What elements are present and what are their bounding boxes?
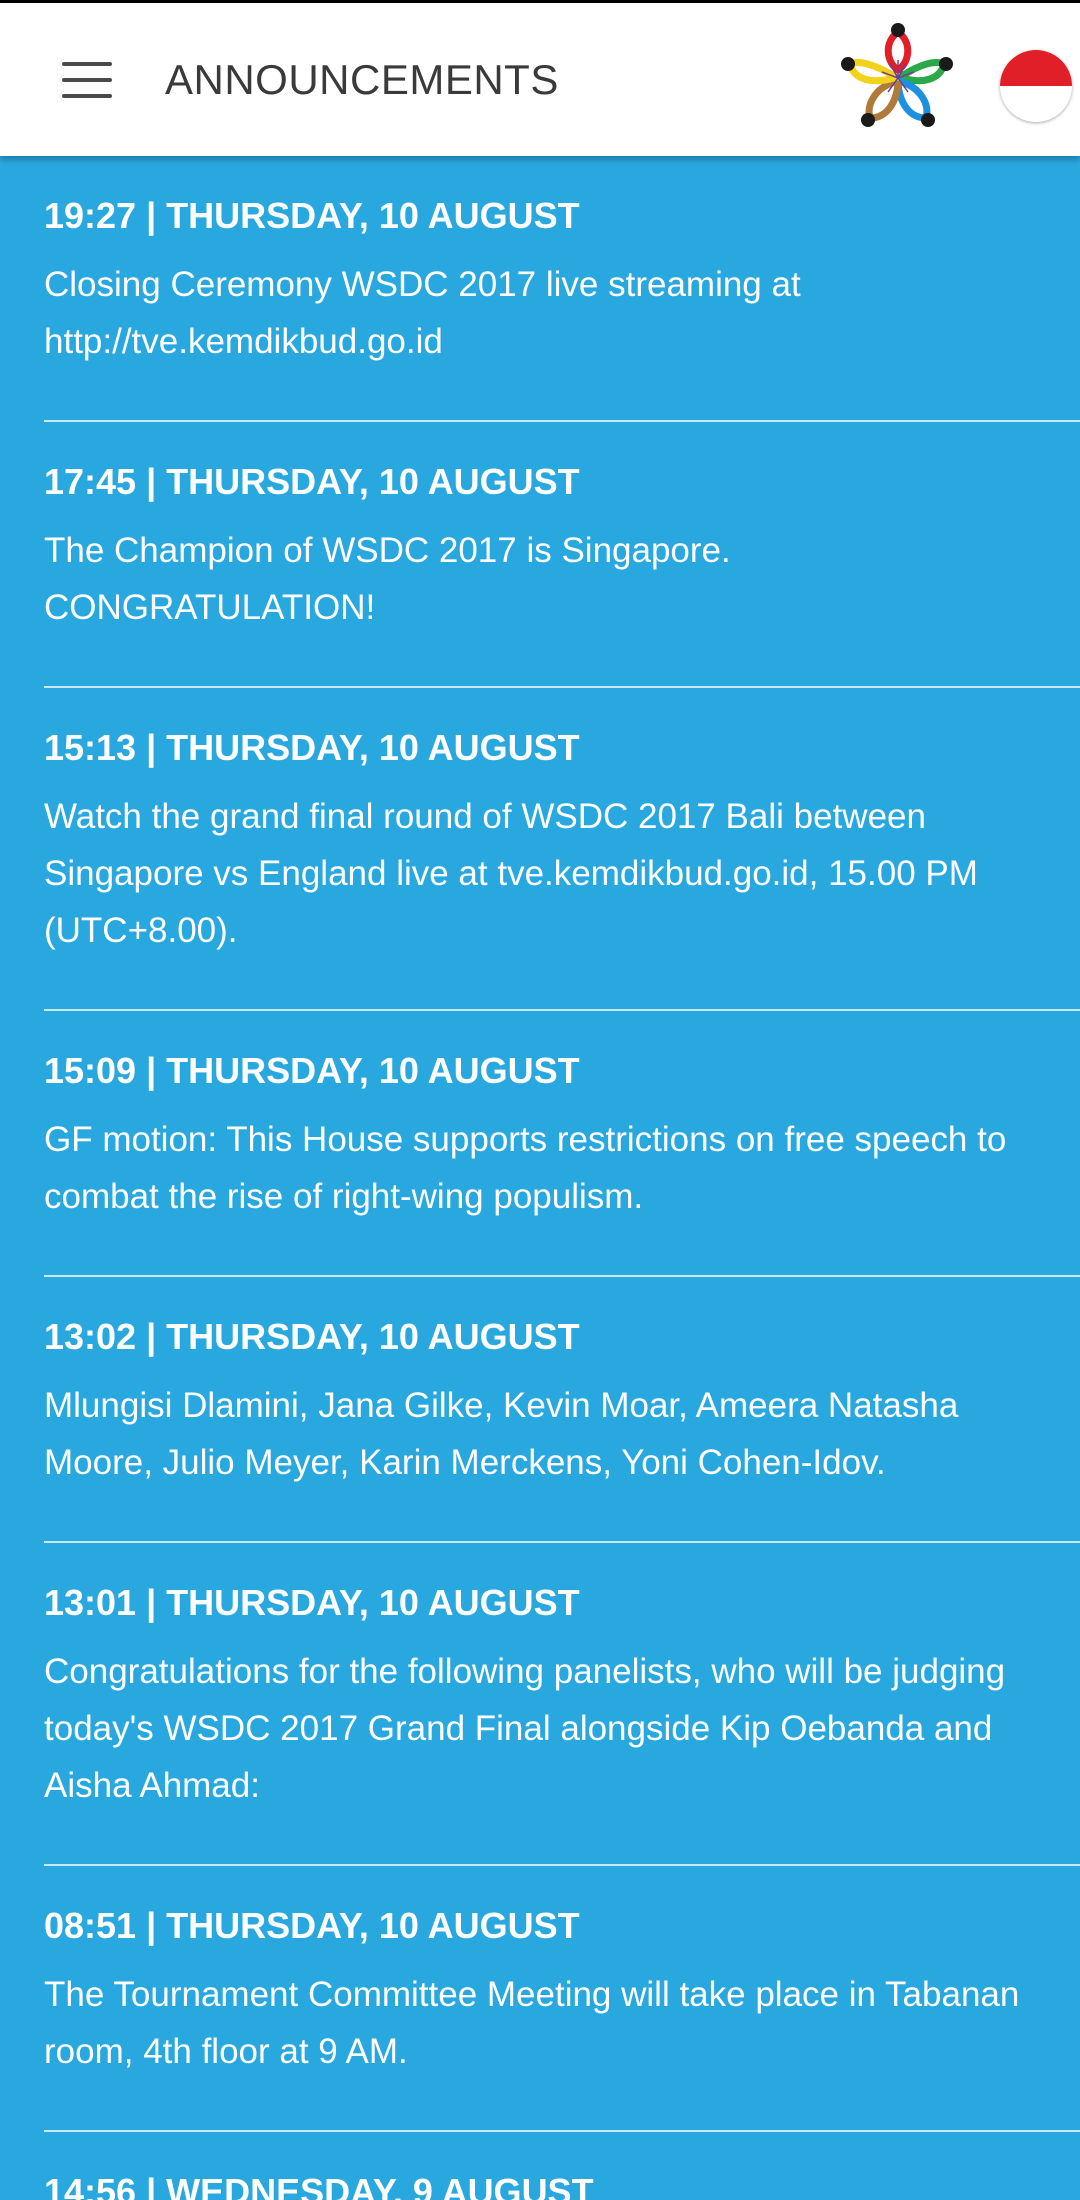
list-item[interactable]: 17:45 | THURSDAY, 10 AUGUST The Champion… (44, 422, 1080, 688)
announcement-text: GF motion: This House supports restricti… (44, 1120, 1007, 1216)
list-item[interactable]: 14:56 | WEDNESDAY, 9 AUGUST (44, 2132, 1080, 2200)
list-item[interactable]: 13:01 | THURSDAY, 10 AUGUST Congratulati… (44, 1543, 1080, 1866)
announcement-timestamp: 15:13 | THURSDAY, 10 AUGUST (44, 727, 580, 768)
list-item[interactable]: 08:51 | THURSDAY, 10 AUGUST The Tourname… (44, 1866, 1080, 2132)
announcement-text: The Champion of WSDC 2017 is Singapore. … (44, 531, 731, 627)
hamburger-menu-icon[interactable] (46, 52, 130, 108)
announcement-timestamp: 14:56 | WEDNESDAY, 9 AUGUST (44, 2171, 594, 2200)
announcement-text: Congratulations for the following paneli… (44, 1652, 1006, 1805)
announcement-timestamp: 13:01 | THURSDAY, 10 AUGUST (44, 1582, 580, 1623)
list-item[interactable]: 19:27 | THURSDAY, 10 AUGUST Closing Cere… (44, 156, 1080, 422)
list-item[interactable]: 15:13 | THURSDAY, 10 AUGUST Watch the gr… (44, 688, 1080, 1011)
announcement-text: The Tournament Committee Meeting will ta… (44, 1975, 1020, 2071)
announcement-timestamp: 08:51 | THURSDAY, 10 AUGUST (44, 1905, 580, 1946)
announcement-list[interactable]: 19:27 | THURSDAY, 10 AUGUST Closing Cere… (0, 156, 1080, 2200)
list-item[interactable]: 13:02 | THURSDAY, 10 AUGUST Mlungisi Dla… (44, 1277, 1080, 1543)
announcement-text: Watch the grand final round of WSDC 2017… (44, 797, 978, 950)
announcement-text: Closing Ceremony WSDC 2017 live streamin… (44, 265, 801, 361)
app-bar: ANNOUNCEMENTS (0, 0, 1080, 156)
announcement-text: Mlungisi Dlamini, Jana Gilke, Kevin Moar… (44, 1386, 959, 1482)
announcement-timestamp: 15:09 | THURSDAY, 10 AUGUST (44, 1050, 580, 1091)
indonesia-flag-icon[interactable] (1000, 50, 1072, 122)
page-title: ANNOUNCEMENTS (165, 56, 559, 103)
announcement-timestamp: 19:27 | THURSDAY, 10 AUGUST (44, 195, 580, 236)
list-item[interactable]: 15:09 | THURSDAY, 10 AUGUST GF motion: T… (44, 1011, 1080, 1277)
announcement-timestamp: 17:45 | THURSDAY, 10 AUGUST (44, 461, 580, 502)
wsdc-flower-logo-icon[interactable] (836, 20, 960, 136)
announcement-timestamp: 13:02 | THURSDAY, 10 AUGUST (44, 1316, 580, 1357)
